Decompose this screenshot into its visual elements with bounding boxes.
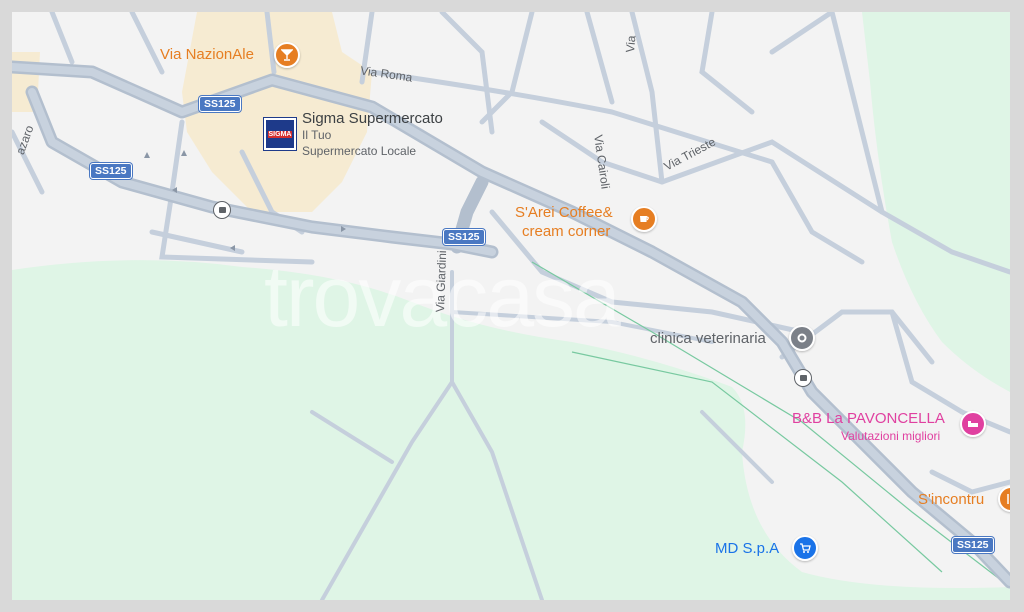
poi-label-clinica[interactable]: clinica veterinaria [650, 330, 766, 347]
cocktail-icon[interactable] [274, 42, 300, 68]
bed-icon[interactable] [960, 411, 986, 437]
supermarket-logo[interactable]: SIGMA [264, 118, 296, 150]
road-label-via-giardini: Via Giardini [433, 250, 450, 313]
road-shield-ss125: SS125 [443, 229, 485, 245]
poi-label-sarei-2[interactable]: cream corner [522, 223, 610, 240]
road-shield-ss125: SS125 [952, 537, 994, 553]
place-icon[interactable] [789, 325, 815, 351]
bus-stop-icon[interactable] [794, 369, 812, 387]
road-shield-ss125: SS125 [199, 96, 241, 112]
poi-sublabel-sigma-1: Il Tuo [302, 128, 332, 142]
coffee-icon[interactable] [631, 206, 657, 232]
poi-label-md[interactable]: MD S.p.A [715, 540, 779, 557]
cart-icon[interactable] [792, 535, 818, 561]
poi-label-bnb[interactable]: B&B La PAVONCELLA [792, 410, 945, 427]
poi-label-sigma[interactable]: Sigma Supermercato [302, 110, 443, 127]
bus-stop-icon[interactable] [213, 201, 231, 219]
poi-sublabel-sigma-2: Supermercato Locale [302, 144, 417, 158]
poi-label-sincontru[interactable]: S'incontru [918, 491, 984, 508]
poi-sublabel-bnb: Valutazioni migliori [841, 429, 941, 443]
road-label-north: Via [623, 34, 639, 54]
poi-label-sarei-1[interactable]: S'Arei Coffee& [515, 204, 613, 221]
road-shield-ss125: SS125 [90, 163, 132, 179]
poi-label-via-nazionale[interactable]: Via NazionAle [160, 46, 254, 63]
map-frame[interactable]: trovacasa Via Roma Via Cairoli Via Tries… [12, 12, 1010, 600]
